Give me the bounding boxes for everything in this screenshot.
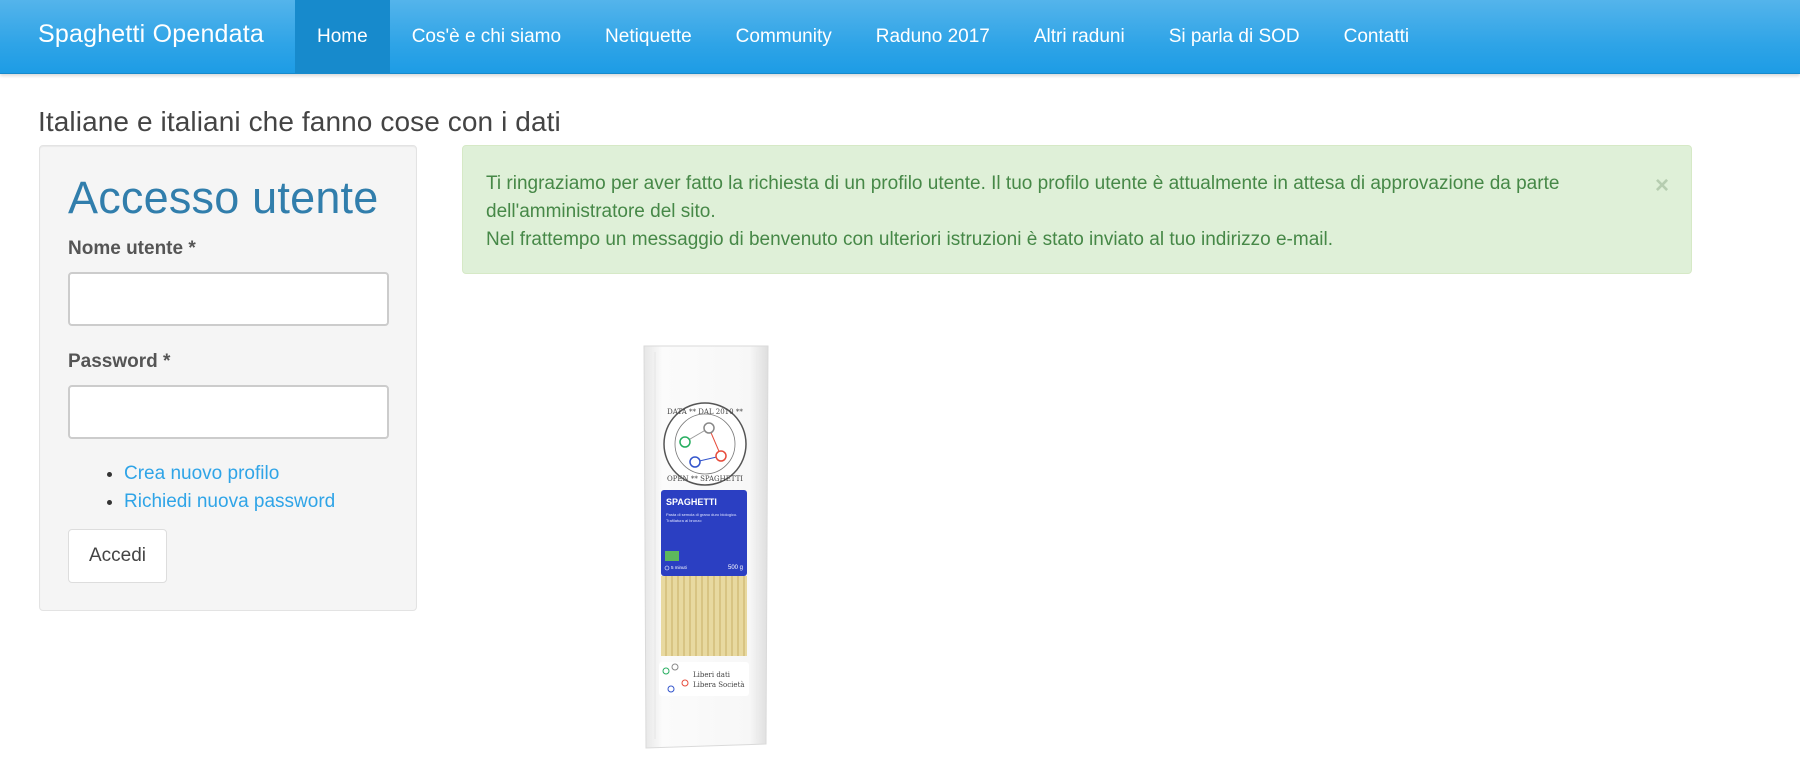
package-weight: 500 g (728, 565, 743, 571)
nav-item-netiquette[interactable]: Netiquette (583, 0, 714, 73)
login-links: Crea nuovo profilo Richiedi nuova passwo… (100, 460, 335, 516)
spaghetti-package-image: DATA ** DAL 2010 ** OPEN ** SPAGHETTI SP… (643, 345, 769, 749)
nav-item-contatti[interactable]: Contatti (1322, 0, 1431, 73)
nav-item-altri-raduni[interactable]: Altri raduni (1012, 0, 1147, 73)
create-profile-link[interactable]: Crea nuovo profilo (124, 463, 279, 484)
reset-password-link[interactable]: Richiedi nuova password (124, 491, 335, 512)
organic-logo (665, 551, 679, 561)
slogan-line-2: Libera Società (693, 680, 745, 689)
spaghetti-window (661, 576, 747, 656)
success-alert: Ti ringraziamo per aver fatto la richies… (462, 145, 1692, 274)
top-navbar: Spaghetti Opendata Home Cos'è e chi siam… (0, 0, 1800, 74)
username-input[interactable] (68, 272, 389, 326)
nav-item-community[interactable]: Community (714, 0, 854, 73)
seal-bottom-text: OPEN ** SPAGHETTI (667, 475, 743, 483)
login-panel: Accesso utente Nome utente * Password * … (39, 145, 417, 611)
password-label: Password * (68, 351, 171, 372)
cooking-time: 5 minuti (671, 565, 687, 570)
nav-item-si-parla-di-sod[interactable]: Si parla di SOD (1147, 0, 1322, 73)
list-item: Crea nuovo profilo (124, 460, 335, 488)
nav-item-chi-siamo[interactable]: Cos'è e chi siamo (390, 0, 583, 73)
username-label: Nome utente * (68, 238, 196, 259)
product-description-2: Trafilatura al bronzo (666, 518, 702, 523)
nav-item-home[interactable]: Home (295, 0, 390, 73)
product-name: SPAGHETTI (666, 497, 717, 507)
product-description-1: Pasta di semola di grano duro biologico. (666, 512, 737, 517)
password-input[interactable] (68, 385, 389, 439)
nav-item-raduno-2017[interactable]: Raduno 2017 (854, 0, 1012, 73)
close-icon[interactable]: × (1655, 172, 1669, 200)
site-tagline: Italiane e italiani che fanno cose con i… (38, 106, 561, 137)
alert-message-2: Nel frattempo un messaggio di benvenuto … (486, 229, 1333, 250)
slogan-line-1: Liberi dati (693, 671, 731, 679)
seal-top-text: DATA ** DAL 2010 ** (667, 408, 743, 416)
list-item: Richiedi nuova password (124, 488, 335, 516)
login-title: Accesso utente (68, 172, 379, 223)
main-nav: Home Cos'è e chi siamo Netiquette Commun… (295, 0, 1431, 73)
login-button[interactable]: Accedi (68, 529, 167, 583)
alert-message-1: Ti ringraziamo per aver fatto la richies… (486, 173, 1560, 222)
brand-link[interactable]: Spaghetti Opendata (38, 20, 264, 49)
